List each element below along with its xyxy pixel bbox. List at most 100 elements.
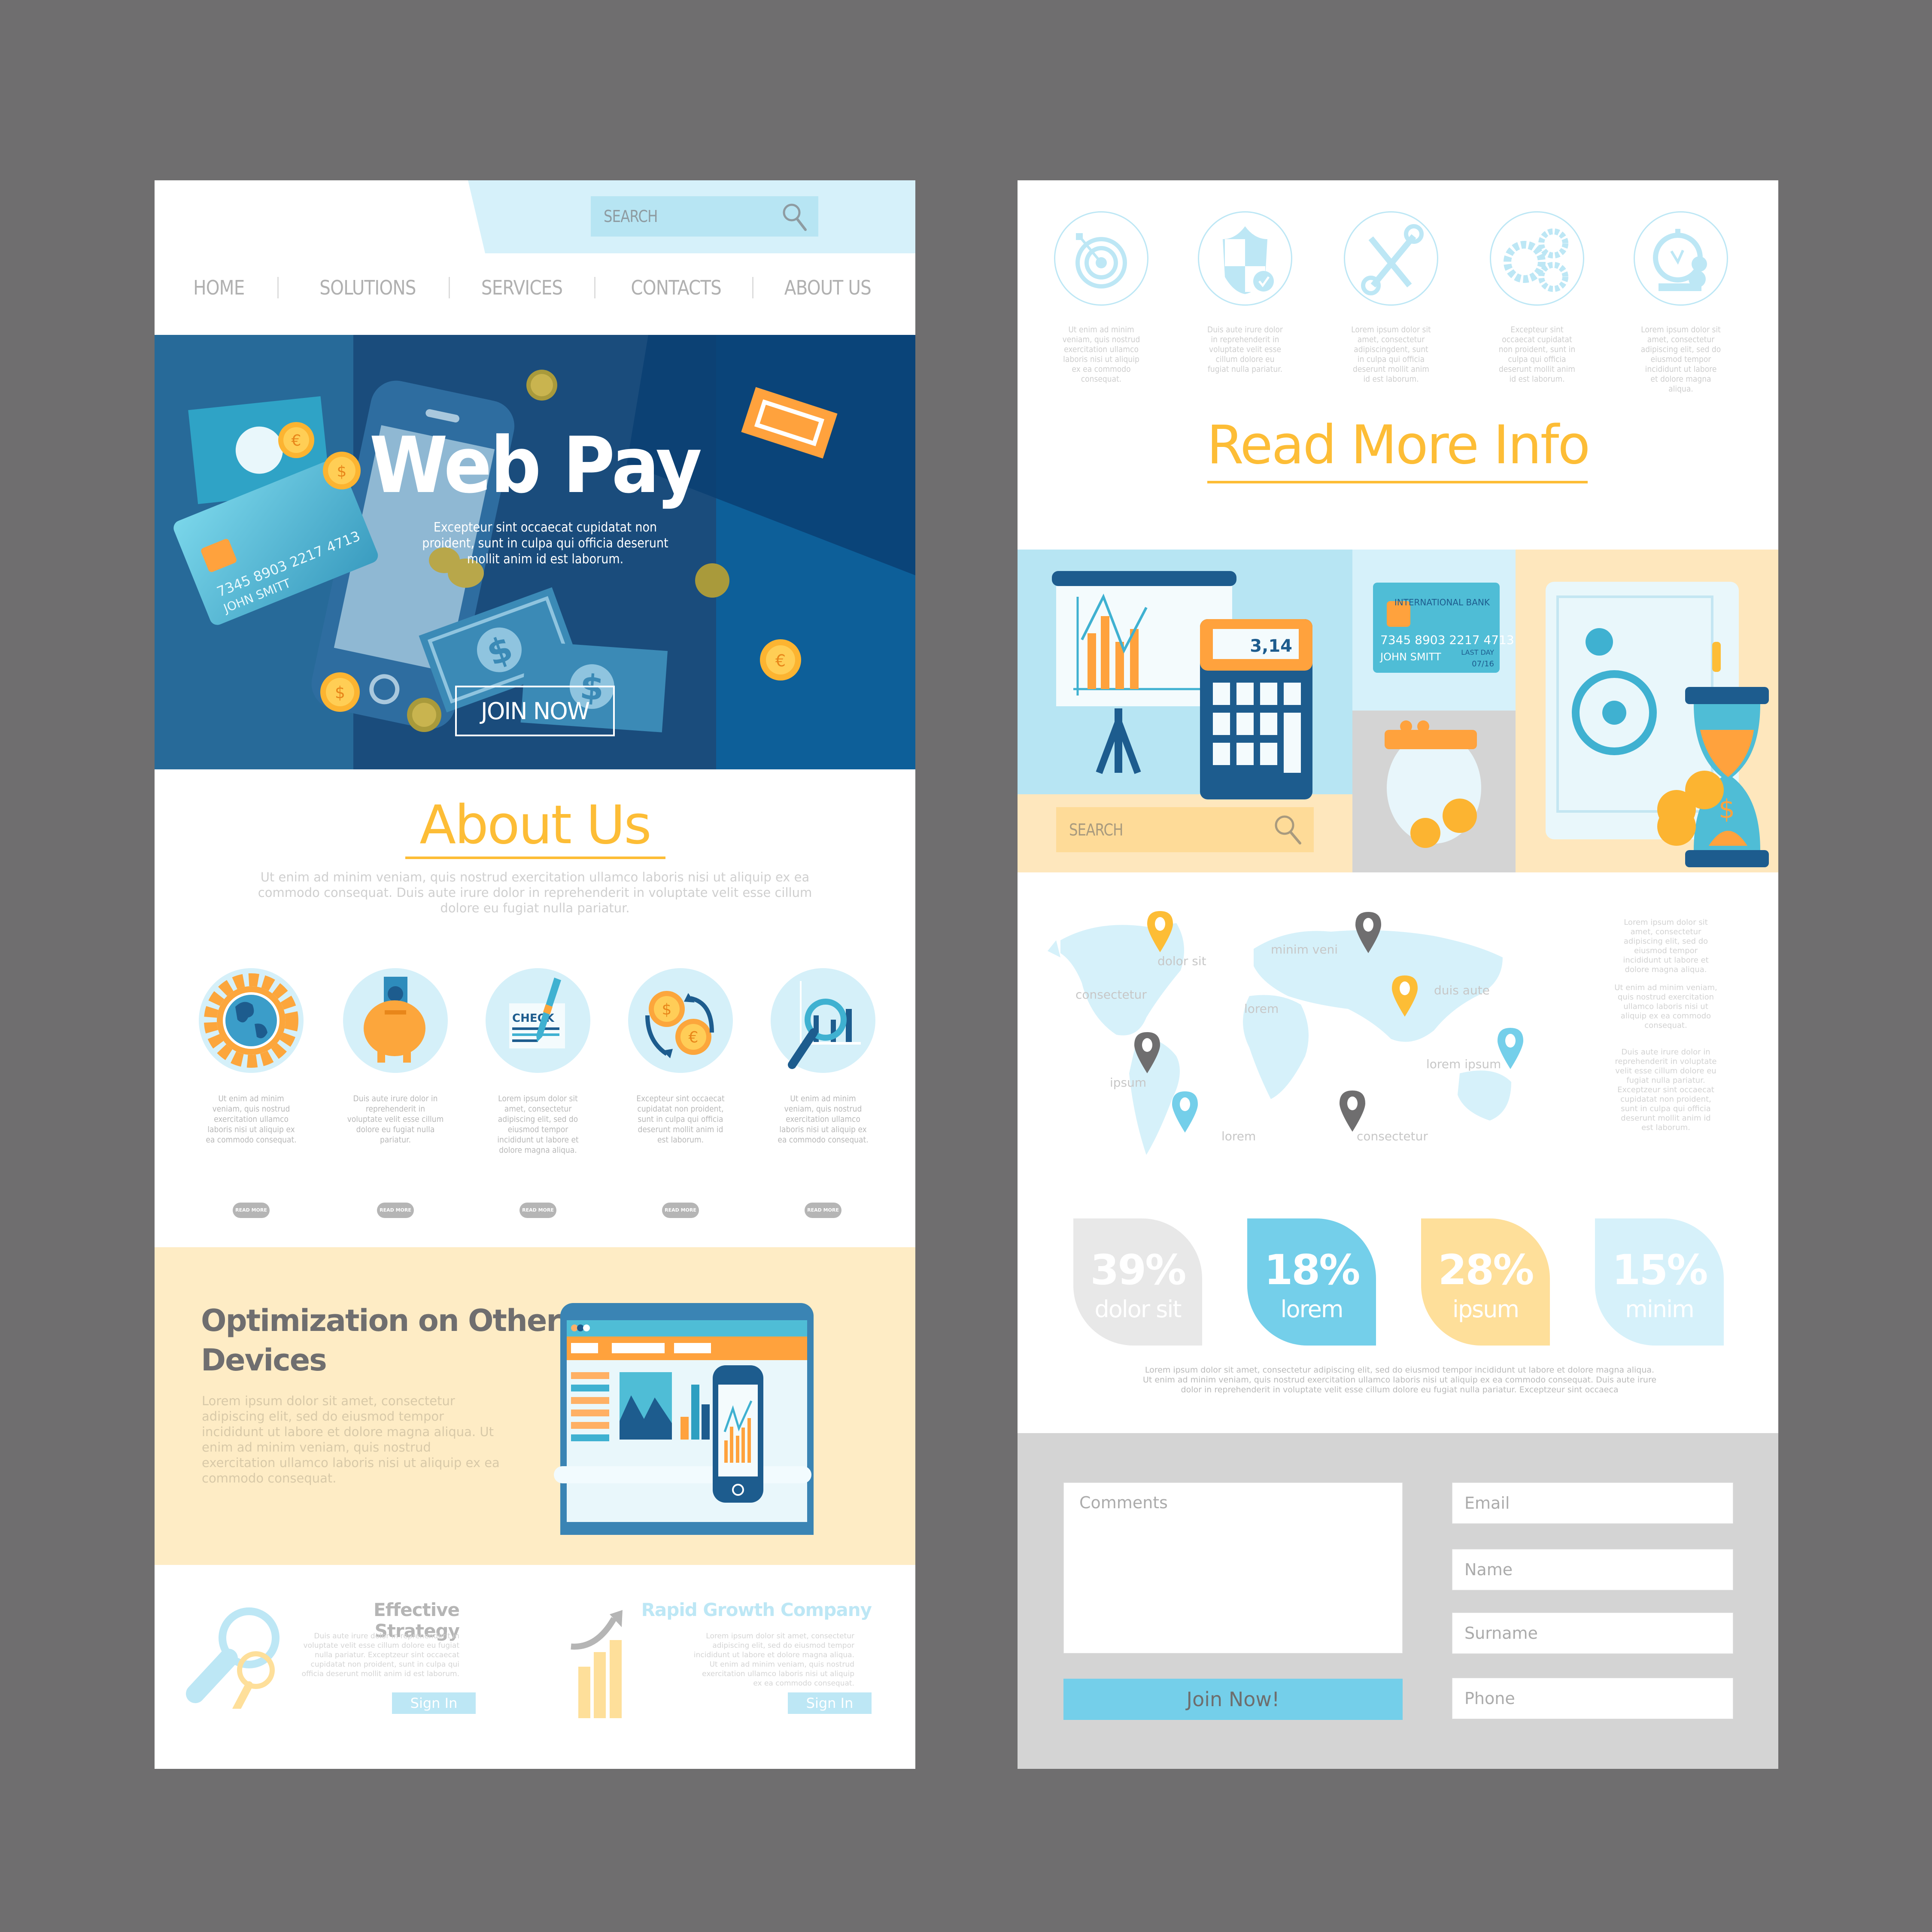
read-more-button[interactable]: READ MORE bbox=[233, 1203, 270, 1218]
optimization-text: Lorem ipsum dolor sit amet, consectetur … bbox=[202, 1394, 500, 1485]
phone-field[interactable] bbox=[1452, 1678, 1733, 1719]
search-icon[interactable] bbox=[1272, 812, 1306, 849]
read-more-button[interactable]: READ MORE bbox=[377, 1203, 414, 1218]
map-pin-icon[interactable] bbox=[1171, 1091, 1201, 1133]
map-label: lorem bbox=[1244, 1002, 1279, 1016]
feature-item: Duis aute irure dolor in reprehenderit i… bbox=[333, 968, 458, 1218]
stat-card: 39% dolor sit bbox=[1073, 1218, 1202, 1346]
feature-text: Duis aute irure dolor in reprehenderit i… bbox=[347, 1094, 444, 1145]
svg-text:€: € bbox=[775, 651, 786, 670]
effective-strategy-text: Duis aute irure dolor in reprehenderit i… bbox=[301, 1632, 459, 1678]
join-now-button[interactable]: JOIN NOW bbox=[455, 686, 615, 736]
stats-note: Lorem ipsum dolor sit amet, consectetur … bbox=[1142, 1365, 1657, 1394]
nav-services[interactable]: SERVICES bbox=[481, 276, 563, 299]
comments-field[interactable] bbox=[1063, 1482, 1403, 1653]
feature-text: Ut enim ad minim veniam, quis nostrud ex… bbox=[206, 1094, 297, 1145]
read-more-underline bbox=[1207, 481, 1588, 483]
coin-icon: $ bbox=[320, 672, 360, 712]
collage-search-input[interactable]: SEARCH bbox=[1056, 807, 1314, 852]
read-more-button[interactable]: READ MORE bbox=[662, 1203, 699, 1218]
map-side-text: Ut enim ad minim veniam, quis nostrud ex… bbox=[1614, 983, 1717, 1030]
service-text: Lorem ipsum dolor sit amet, consectetur … bbox=[1351, 325, 1431, 384]
rapid-growth-text: Lorem ipsum dolor sit amet, consectetur … bbox=[693, 1632, 854, 1688]
map-pin-icon[interactable] bbox=[1133, 1031, 1163, 1074]
nav-about-us[interactable]: ABOUT US bbox=[784, 276, 872, 299]
map-side-text: Lorem ipsum dolor sit amet, consectetur … bbox=[1623, 918, 1709, 974]
read-more-button[interactable]: READ MORE bbox=[519, 1203, 556, 1218]
sign-in-button[interactable]: Sign In bbox=[788, 1692, 872, 1714]
nav-home[interactable]: HOME bbox=[193, 276, 245, 299]
globe-gear-icon bbox=[204, 973, 298, 1068]
svg-text:07/16: 07/16 bbox=[1472, 659, 1494, 668]
feature-item: Ut enim ad minim veniam, quis nostrud ex… bbox=[189, 968, 313, 1218]
nav-solutions[interactable]: SOLUTIONS bbox=[319, 276, 416, 299]
feature-item: CHECK Lorem ipsum dolor sit amet, consec… bbox=[476, 968, 600, 1218]
landing-page-right: Ut enim ad minim veniam, quis nostrud ex… bbox=[1018, 180, 1778, 1769]
world-map: dolor sit minim veni duis aute ipsum lor… bbox=[1048, 910, 1541, 1176]
surname-field[interactable] bbox=[1452, 1613, 1733, 1654]
svg-text:INTERNATIONAL BANK: INTERNATIONAL BANK bbox=[1394, 597, 1490, 608]
stat-card: 18% lorem bbox=[1247, 1218, 1376, 1346]
service-icon-ring bbox=[1490, 211, 1584, 306]
map-pin-icon[interactable] bbox=[1146, 910, 1176, 953]
map-pin-icon[interactable] bbox=[1339, 1090, 1369, 1133]
service-icon-ring bbox=[1054, 211, 1148, 306]
about-title-underline bbox=[405, 857, 665, 859]
email-field[interactable] bbox=[1452, 1482, 1733, 1524]
credit-card-icon: INTERNATIONAL BANK 7345 8903 2217 4713 J… bbox=[1373, 583, 1514, 673]
coin-icon bbox=[407, 698, 441, 732]
service-text: Excepteur sint occaecat cupidatat non pr… bbox=[1498, 325, 1576, 384]
feature-icon-circle: CHECK bbox=[486, 968, 590, 1073]
name-field[interactable] bbox=[1452, 1549, 1733, 1590]
read-more-button[interactable]: READ MORE bbox=[805, 1203, 841, 1218]
svg-text:7345 8903 2217 4713: 7345 8903 2217 4713 bbox=[1380, 633, 1514, 647]
feature-item: Ut enim ad minim veniam, quis nostrud ex… bbox=[761, 968, 885, 1218]
pin-label: ipsum bbox=[1110, 1075, 1147, 1090]
stat-card: 15% minim bbox=[1595, 1218, 1724, 1346]
search-input[interactable]: SEARCH bbox=[591, 196, 818, 237]
target-icon bbox=[1075, 233, 1127, 289]
nav-contacts[interactable]: CONTACTS bbox=[631, 276, 722, 299]
join-now-submit-button[interactable]: Join Now! bbox=[1063, 1679, 1403, 1720]
service-icon-ring bbox=[1198, 211, 1292, 306]
feature-text: Lorem ipsum dolor sit amet, consectetur … bbox=[497, 1094, 579, 1155]
map-pin-icon[interactable] bbox=[1391, 975, 1421, 1018]
map-pin-icon[interactable] bbox=[1355, 911, 1385, 954]
sign-in-button[interactable]: Sign In bbox=[392, 1692, 476, 1714]
svg-text:$: $ bbox=[662, 1001, 672, 1018]
pin-label: lorem bbox=[1221, 1129, 1256, 1143]
coin-icon bbox=[526, 370, 557, 401]
map-pin-icon[interactable] bbox=[1497, 1027, 1527, 1070]
service-item: Lorem ipsum dolor sit amet, consectetur … bbox=[1322, 211, 1460, 384]
service-item: Ut enim ad minim veniam, quis nostrud ex… bbox=[1033, 211, 1170, 384]
svg-text:JOHN SMITT: JOHN SMITT bbox=[1379, 651, 1441, 663]
feature-icon-circle bbox=[199, 968, 304, 1073]
feature-text: Ut enim ad minim veniam, quis nostrud ex… bbox=[778, 1094, 869, 1145]
piggy-bank-icon bbox=[364, 977, 425, 1063]
stat-label: lorem bbox=[1280, 1296, 1344, 1323]
shield-check-icon bbox=[1223, 226, 1274, 294]
pin-label: lorem ipsum bbox=[1426, 1057, 1501, 1071]
stat-label: ipsum bbox=[1452, 1296, 1519, 1323]
analytics-magnifier-icon bbox=[788, 981, 861, 1069]
service-icon-ring bbox=[1344, 211, 1438, 306]
finance-collage: 3,14 INTERNATIONAL BANK 7345 8903 2217 4… bbox=[1018, 550, 1778, 872]
feature-text: Excepteur sint occaecat cupidatat non pr… bbox=[636, 1094, 725, 1145]
stat-value: 28% bbox=[1438, 1246, 1534, 1294]
hero-title: Web Pay bbox=[369, 421, 702, 510]
service-text: Duis aute irure dolor in reprehenderit i… bbox=[1207, 325, 1283, 374]
search-icon[interactable] bbox=[781, 201, 811, 234]
pin-label: duis aute bbox=[1434, 983, 1490, 997]
service-item: Excepteur sint occaecat cupidatat non pr… bbox=[1468, 211, 1606, 384]
feature-item: $ € Excepteur sint occaecat cupidatat no… bbox=[618, 968, 743, 1218]
stat-value: 15% bbox=[1612, 1246, 1708, 1294]
read-more-title: Read More Info bbox=[1206, 414, 1590, 476]
main-nav: HOME SOLUTIONS SERVICES CONTACTS ABOUT U… bbox=[155, 268, 915, 307]
nav-separator bbox=[277, 277, 279, 298]
hero-subtitle: Excepteur sint occaecat cupidatat non pr… bbox=[422, 520, 668, 567]
wrench-screwdriver-icon bbox=[1361, 224, 1424, 295]
svg-text:€: € bbox=[689, 1029, 699, 1046]
service-text: Lorem ipsum dolor sit amet, consectetur … bbox=[1640, 325, 1721, 394]
svg-text:LAST DAY: LAST DAY bbox=[1461, 648, 1494, 656]
feature-icon-circle: $ € bbox=[628, 968, 733, 1073]
